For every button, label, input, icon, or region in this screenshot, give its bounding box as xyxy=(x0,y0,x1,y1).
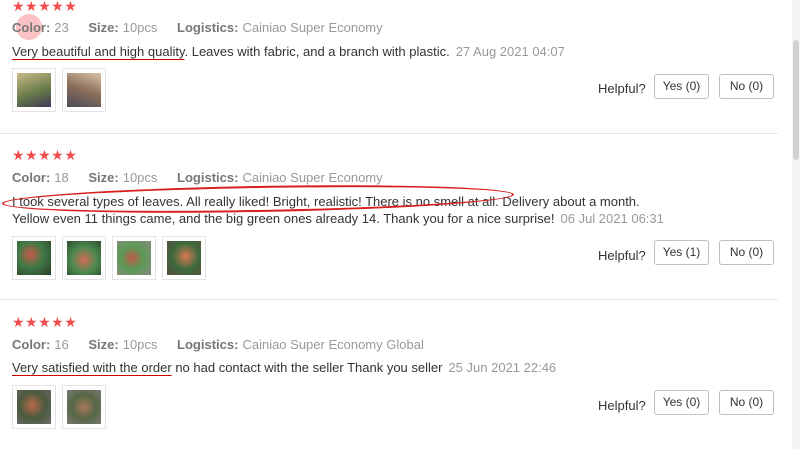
review-meta: Color: 23 Size: 10pcs Logistics: Cainiao Su… xyxy=(12,20,399,35)
review-divider xyxy=(0,133,778,134)
review-text: Very beautiful and high quality. Leaves … xyxy=(12,43,672,60)
helpful-label: Helpful? xyxy=(598,398,646,413)
review-text-body: I took several types of leaves. All real… xyxy=(12,194,640,226)
helpful-yes-button[interactable]: Yes (1) xyxy=(654,240,709,265)
color-label: Color: xyxy=(12,20,51,35)
logistics-label: Logistics: xyxy=(177,170,239,185)
size-label: Size: xyxy=(88,20,119,35)
review-text: Very satisfied with the order no had con… xyxy=(12,359,672,376)
scrollbar-handle[interactable] xyxy=(793,40,799,160)
size-value: 10pcs xyxy=(122,20,158,35)
review-text: I took several types of leaves. All real… xyxy=(12,193,672,227)
helpful-no-button[interactable]: No (0) xyxy=(719,74,774,99)
review-text-rest: no had contact with the seller Thank you… xyxy=(171,360,443,375)
review-photos xyxy=(12,385,106,429)
color-label: Color: xyxy=(12,170,51,185)
review-date: 25 Jun 2021 22:46 xyxy=(448,360,557,375)
size-label: Size: xyxy=(88,170,119,185)
review-text-highlight: Very beautiful and high quality xyxy=(12,44,185,59)
review-photo[interactable] xyxy=(12,385,56,429)
review-photo[interactable] xyxy=(162,236,206,280)
color-label: Color: xyxy=(12,337,51,352)
review-divider xyxy=(0,299,778,300)
logistics-label: Logistics: xyxy=(177,20,239,35)
review-date: 27 Aug 2021 04:07 xyxy=(455,44,565,59)
logistics-value: Cainiao Super Economy xyxy=(242,170,383,185)
review-photo[interactable] xyxy=(12,236,56,280)
helpful-no-button[interactable]: No (0) xyxy=(719,390,774,415)
review-meta: Color: 16 Size: 10pcs Logistics: Cainiao Su… xyxy=(12,337,440,352)
logistics-value: Cainiao Super Economy Global xyxy=(242,337,424,352)
color-value: 23 xyxy=(54,20,69,35)
review-photos xyxy=(12,68,106,112)
review-photo[interactable] xyxy=(62,385,106,429)
review-photo[interactable] xyxy=(62,68,106,112)
size-label: Size: xyxy=(88,337,119,352)
star-rating: ★★★★★ xyxy=(12,0,78,14)
logistics-label: Logistics: xyxy=(177,337,239,352)
helpful-label: Helpful? xyxy=(598,248,646,263)
size-value: 10pcs xyxy=(122,170,158,185)
helpful-label: Helpful? xyxy=(598,81,646,96)
size-value: 10pcs xyxy=(122,337,158,352)
helpful-yes-button[interactable]: Yes (0) xyxy=(654,390,709,415)
review-photo[interactable] xyxy=(112,236,156,280)
helpful-yes-button[interactable]: Yes (0) xyxy=(654,74,709,99)
review-photos xyxy=(12,236,206,280)
review-text-rest: . Leaves with fabric, and a branch with … xyxy=(184,44,450,59)
color-value: 16 xyxy=(54,337,69,352)
logistics-value: Cainiao Super Economy xyxy=(242,20,383,35)
star-rating: ★★★★★ xyxy=(12,147,78,163)
review-photo[interactable] xyxy=(62,236,106,280)
helpful-no-button[interactable]: No (0) xyxy=(719,240,774,265)
color-value: 18 xyxy=(54,170,69,185)
review-date: 06 Jul 2021 06:31 xyxy=(560,211,664,226)
scrollbar[interactable] xyxy=(792,0,800,449)
review-meta: Color: 18 Size: 10pcs Logistics: Cainiao Su… xyxy=(12,170,399,185)
review-photo[interactable] xyxy=(12,68,56,112)
star-rating: ★★★★★ xyxy=(12,314,78,330)
review-text-highlight: Very satisfied with the order xyxy=(12,360,172,375)
